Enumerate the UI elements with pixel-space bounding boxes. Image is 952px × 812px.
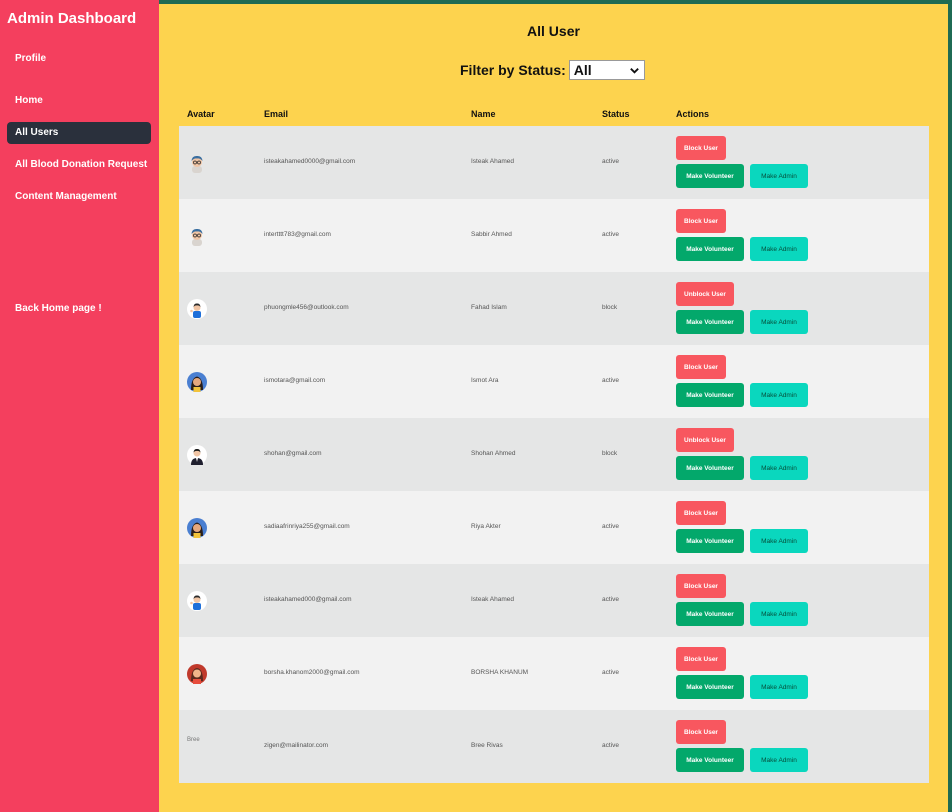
- user-status: active: [602, 377, 619, 384]
- user-name: Riya Akter: [471, 523, 501, 530]
- user-status: active: [602, 523, 619, 530]
- filter-selected-value: All: [573, 62, 592, 78]
- make-admin-button[interactable]: Make Admin: [750, 456, 808, 480]
- make-volunteer-button[interactable]: Make Volunteer: [676, 748, 744, 772]
- make-volunteer-button[interactable]: Make Volunteer: [676, 602, 744, 626]
- table-row: sadiaafrinriya255@gmail.com Riya Akter a…: [179, 491, 929, 564]
- unblock-user-button[interactable]: Unblock User: [676, 428, 734, 452]
- sidebar-item-blood-donation-requests[interactable]: All Blood Donation Request: [7, 154, 151, 176]
- block-user-button[interactable]: Block User: [676, 501, 726, 525]
- status-filter: Filter by Status: All: [460, 60, 645, 80]
- user-email: isteakahamed000@gmail.com: [264, 596, 352, 603]
- unblock-user-button[interactable]: Unblock User: [676, 282, 734, 306]
- user-name: Bree Rivas: [471, 742, 503, 749]
- column-header-actions: Actions: [676, 109, 710, 119]
- user-status: active: [602, 742, 619, 749]
- user-email: phuongmle456@outlook.com: [264, 304, 349, 311]
- make-volunteer-button[interactable]: Make Volunteer: [676, 237, 744, 261]
- block-user-button[interactable]: Block User: [676, 720, 726, 744]
- block-user-button[interactable]: Block User: [676, 647, 726, 671]
- avatar: [187, 518, 207, 538]
- table-row: intertttt783@gmail.com Sabbir Ahmed acti…: [179, 199, 929, 272]
- avatar: [187, 226, 207, 246]
- block-user-button[interactable]: Block User: [676, 209, 726, 233]
- avatar: [187, 591, 207, 611]
- users-table: isteakahamed0000@gmail.com Isteak Ahamed…: [179, 126, 929, 783]
- user-email: shohan@gmail.com: [264, 450, 322, 457]
- column-header-email: Email: [264, 109, 289, 119]
- table-row: shohan@gmail.com Shohan Ahmed block Unbl…: [179, 418, 929, 491]
- avatar: [187, 372, 207, 392]
- avatar: [187, 299, 207, 319]
- table-row: Bree zigen@mailinator.com Bree Rivas act…: [179, 710, 929, 783]
- sidebar-item-back-home[interactable]: Back Home page !: [7, 298, 151, 320]
- block-user-button[interactable]: Block User: [676, 355, 726, 379]
- user-name: BORSHA KHANUM: [471, 669, 529, 676]
- make-volunteer-button[interactable]: Make Volunteer: [676, 383, 744, 407]
- make-volunteer-button[interactable]: Make Volunteer: [676, 456, 744, 480]
- user-email: borsha.khanom2000@gmail.com: [264, 669, 360, 676]
- column-header-name: Name: [471, 109, 496, 119]
- block-user-button[interactable]: Block User: [676, 574, 726, 598]
- user-email: ismotara@gmail.com: [264, 377, 326, 384]
- filter-label: Filter by Status:: [460, 62, 566, 78]
- user-status: block: [602, 304, 618, 311]
- user-status: active: [602, 231, 619, 238]
- brand-title: Admin Dashboard: [7, 10, 137, 27]
- table-row: phuongmle456@outlook.com Fahad Islam blo…: [179, 272, 929, 345]
- avatar: [187, 664, 207, 684]
- user-name: Sabbir Ahmed: [471, 231, 512, 238]
- user-name: Shohan Ahmed: [471, 450, 516, 457]
- user-name: Fahad Islam: [471, 304, 507, 311]
- broken-image-icon: Bree: [187, 737, 207, 757]
- user-name: Isteak Ahamed: [471, 158, 514, 165]
- user-status: block: [602, 450, 618, 457]
- page-title: All User: [527, 23, 580, 39]
- user-status: active: [602, 596, 619, 603]
- user-name: Ismot Ara: [471, 377, 499, 384]
- make-admin-button[interactable]: Make Admin: [750, 748, 808, 772]
- avatar: [187, 445, 207, 465]
- make-admin-button[interactable]: Make Admin: [750, 164, 808, 188]
- sidebar-item-home[interactable]: Home: [7, 90, 151, 112]
- chevron-down-icon: [629, 67, 639, 74]
- sidebar-item-content-management[interactable]: Content Management: [7, 186, 151, 208]
- make-volunteer-button[interactable]: Make Volunteer: [676, 310, 744, 334]
- user-status: active: [602, 158, 619, 165]
- make-volunteer-button[interactable]: Make Volunteer: [676, 529, 744, 553]
- make-volunteer-button[interactable]: Make Volunteer: [676, 675, 744, 699]
- table-row: isteakahamed000@gmail.com Isteak Ahamed …: [179, 564, 929, 637]
- column-header-status: Status: [602, 109, 630, 119]
- make-admin-button[interactable]: Make Admin: [750, 310, 808, 334]
- user-email: intertttt783@gmail.com: [264, 231, 331, 238]
- user-email: sadiaafrinriya255@gmail.com: [264, 523, 350, 530]
- user-status: active: [602, 669, 619, 676]
- status-filter-select[interactable]: All: [568, 60, 645, 80]
- user-name: Isteak Ahamed: [471, 596, 514, 603]
- table-row: isteakahamed0000@gmail.com Isteak Ahamed…: [179, 126, 929, 199]
- make-admin-button[interactable]: Make Admin: [750, 237, 808, 261]
- make-admin-button[interactable]: Make Admin: [750, 675, 808, 699]
- make-admin-button[interactable]: Make Admin: [750, 529, 808, 553]
- sidebar: Admin Dashboard Profile Home All Users A…: [0, 0, 159, 812]
- avatar: [187, 153, 207, 173]
- make-admin-button[interactable]: Make Admin: [750, 602, 808, 626]
- main-content: All User Filter by Status: All Avatar Em…: [159, 4, 948, 812]
- sidebar-item-all-users[interactable]: All Users: [7, 122, 151, 144]
- user-email: isteakahamed0000@gmail.com: [264, 158, 356, 165]
- make-admin-button[interactable]: Make Admin: [750, 383, 808, 407]
- avatar-alt-text: Bree: [187, 737, 200, 743]
- sidebar-item-profile[interactable]: Profile: [7, 48, 151, 70]
- table-row: ismotara@gmail.com Ismot Ara active Bloc…: [179, 345, 929, 418]
- user-email: zigen@mailinator.com: [264, 742, 329, 749]
- make-volunteer-button[interactable]: Make Volunteer: [676, 164, 744, 188]
- column-header-avatar: Avatar: [187, 109, 215, 119]
- block-user-button[interactable]: Block User: [676, 136, 726, 160]
- table-row: borsha.khanom2000@gmail.com BORSHA KHANU…: [179, 637, 929, 710]
